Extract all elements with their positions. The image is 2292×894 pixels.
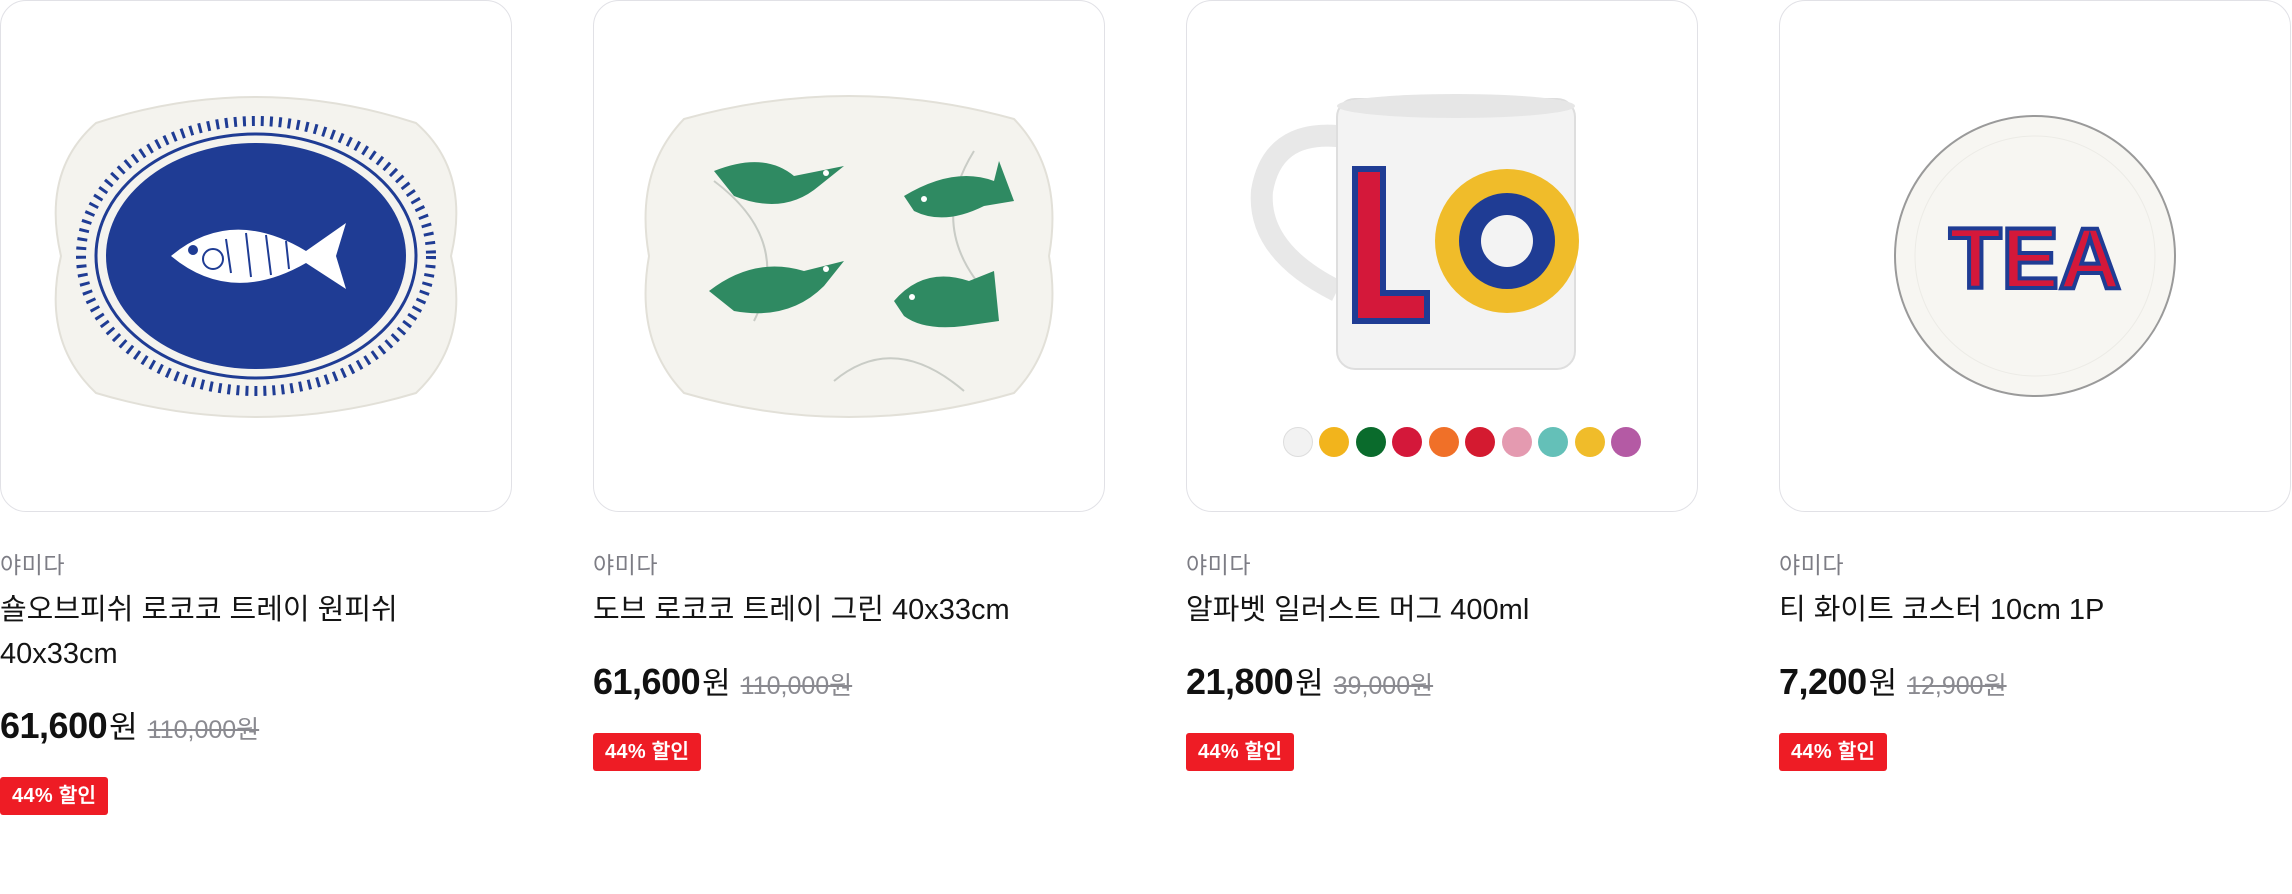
- sale-price: 61,600: [593, 661, 701, 702]
- color-swatch[interactable]: [1538, 427, 1569, 457]
- discount-badge: 44% 할인: [593, 733, 702, 771]
- brand-name[interactable]: 야미다: [593, 546, 658, 580]
- color-swatch[interactable]: [1392, 427, 1423, 457]
- bird-tray-icon: [644, 95, 1054, 418]
- color-swatch[interactable]: [1355, 427, 1386, 457]
- sale-price: 7,200: [1779, 661, 1867, 702]
- discount-badge: 44% 할인: [1779, 733, 1888, 771]
- price-row: 61,600원 110,000원: [0, 702, 259, 747]
- price-row: 7,200원 12,900원: [1779, 658, 2007, 703]
- color-swatch[interactable]: [1465, 427, 1496, 457]
- product-card[interactable]: TEA 야미다 티 화이트 코스터 10cm 1P 7,200원 12,900원 …: [1779, 0, 2291, 771]
- mug-text: LO: [1187, 1, 1189, 2]
- product-card[interactable]: LO 야미다 알파벳 일러스트 머그 400ml 21,800원 39,000원 …: [1186, 0, 1698, 771]
- product-card[interactable]: 야미다 도브 로코코 트레이 그린 40x33cm 61,600원 110,000…: [593, 0, 1105, 771]
- product-image[interactable]: TEA: [1779, 0, 2291, 512]
- product-card[interactable]: 야미다 숄오브피쉬 로코코 트레이 원피쉬 40x33cm 61,600원 110…: [0, 0, 512, 815]
- discount-badge: 44% 할인: [0, 777, 109, 815]
- product-image[interactable]: [0, 0, 512, 512]
- sale-price: 21,800: [1186, 661, 1294, 702]
- price-row: 21,800원 39,000원: [1186, 658, 1433, 703]
- currency-unit: 원: [109, 710, 138, 745]
- product-name[interactable]: 티 화이트 코스터 10cm 1P: [1779, 588, 2219, 632]
- color-swatches: [1283, 427, 1643, 461]
- color-swatch[interactable]: [1428, 427, 1459, 457]
- color-swatch[interactable]: [1501, 427, 1532, 457]
- price-row: 61,600원 110,000원: [593, 658, 852, 703]
- brand-name[interactable]: 야미다: [1779, 546, 1844, 580]
- product-name[interactable]: 알파벳 일러스트 머그 400ml: [1186, 588, 1626, 632]
- product-name[interactable]: 숄오브피쉬 로코코 트레이 원피쉬 40x33cm: [0, 588, 440, 676]
- fish-tray-icon: [54, 96, 458, 418]
- currency-unit: 원: [702, 666, 731, 701]
- coaster-text: TEA: [1949, 211, 2121, 307]
- product-image[interactable]: [593, 0, 1105, 512]
- color-swatch[interactable]: [1611, 427, 1642, 457]
- currency-unit: 원: [1868, 666, 1898, 701]
- brand-name[interactable]: 야미다: [0, 546, 65, 580]
- color-swatch[interactable]: [1319, 427, 1350, 457]
- original-price: 12,900원: [1907, 672, 2007, 700]
- original-price: 110,000원: [740, 672, 853, 700]
- original-price: 110,000원: [147, 716, 260, 744]
- product-name[interactable]: 도브 로코코 트레이 그린 40x33cm: [593, 588, 1033, 632]
- currency-unit: 원: [1295, 666, 1324, 701]
- coaster-icon: TEA: [1894, 115, 2176, 397]
- product-grid: 야미다 숄오브피쉬 로코코 트레이 원피쉬 40x33cm 61,600원 110…: [0, 0, 2292, 894]
- color-swatch[interactable]: [1283, 427, 1313, 457]
- brand-name[interactable]: 야미다: [1186, 546, 1251, 580]
- original-price: 39,000원: [1333, 672, 1434, 700]
- color-swatch[interactable]: [1574, 427, 1605, 457]
- discount-badge: 44% 할인: [1186, 733, 1295, 771]
- product-image[interactable]: LO: [1186, 0, 1698, 512]
- sale-price: 61,600: [0, 705, 108, 746]
